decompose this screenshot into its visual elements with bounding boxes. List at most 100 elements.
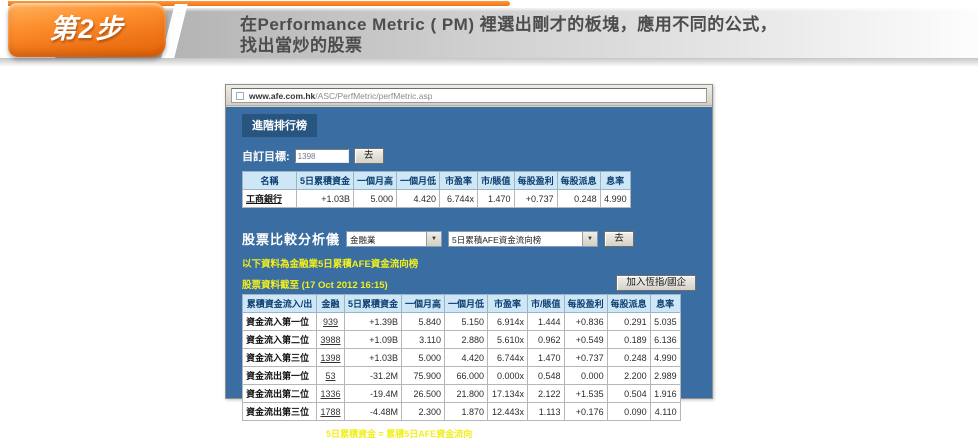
flow-rank-label: 資金流出第三位 bbox=[243, 403, 317, 421]
metric-select[interactable]: 5日累積AFE資金流向榜 ▼ bbox=[448, 231, 598, 247]
stock-code-link[interactable]: 3988 bbox=[317, 331, 345, 349]
cell-pe: 6.914x bbox=[488, 313, 528, 331]
banner-shadow bbox=[0, 58, 978, 67]
url-host: www.afe.com.hk bbox=[249, 91, 315, 101]
custom-target-row: 自訂目標: 去 bbox=[242, 148, 696, 164]
col-pb: 市/賬值 bbox=[528, 295, 565, 313]
analyzer-label: 股票比較分析儀 bbox=[242, 229, 340, 248]
metric-selected-value: 5日累積AFE資金流向榜 bbox=[449, 232, 544, 246]
col-pe: 市盈率 bbox=[440, 172, 478, 190]
table-row-outflow-3: 資金流出第三位 1788 -4.48M 2.300 1.870 12.443x … bbox=[243, 403, 681, 421]
cell-yield: 5.035 bbox=[650, 313, 680, 331]
stock-code-link[interactable]: 939 bbox=[317, 313, 345, 331]
cell-5day-fund: +1.09B bbox=[345, 331, 402, 349]
col-yield: 息率 bbox=[600, 172, 630, 190]
add-index-button[interactable]: 加入恆指/國企 bbox=[616, 275, 696, 291]
stock-name-link[interactable]: 工商銀行 bbox=[243, 190, 297, 208]
table-row-outflow-1: 資金流出第一位 53 -31.2M 75.900 66.000 0.000x 0… bbox=[243, 367, 681, 385]
cell-pb: 1.470 bbox=[528, 349, 565, 367]
col-month-high: 一個月高 bbox=[354, 172, 397, 190]
cell-month-high: 26.500 bbox=[402, 385, 445, 403]
cell-month-low: 2.880 bbox=[445, 331, 488, 349]
page-title: 進階排行榜 bbox=[242, 114, 317, 137]
col-yield: 息率 bbox=[650, 295, 680, 313]
col-5day-fund: 5日累積資金 bbox=[297, 172, 354, 190]
analyzer-row: 股票比較分析儀 金融業 ▼ 5日累積AFE資金流向榜 ▼ 去 bbox=[242, 229, 696, 248]
cell-month-low: 4.420 bbox=[445, 349, 488, 367]
cell-pb: 1.470 bbox=[478, 190, 515, 208]
address-bar[interactable]: www.afe.com.hk/ASC/PerfMetric/perfMetric… bbox=[231, 88, 707, 103]
banner-bar: 在Performance Metric ( PM) 裡選出剛才的板塊，應用不同的… bbox=[55, 8, 978, 58]
custom-target-input[interactable] bbox=[295, 149, 349, 163]
analyzer-go-button[interactable]: 去 bbox=[604, 231, 634, 247]
col-5day-fund: 5日累積資金 bbox=[345, 295, 402, 313]
stock-code-link[interactable]: 1788 bbox=[317, 403, 345, 421]
result-description: 以下資料為金融業5日累積AFE資金流向榜 bbox=[242, 256, 696, 270]
cell-month-high: 5.840 bbox=[402, 313, 445, 331]
page-icon bbox=[236, 92, 244, 100]
chevron-down-icon: ▼ bbox=[426, 232, 441, 246]
url-text: www.afe.com.hk/ASC/PerfMetric/perfMetric… bbox=[249, 91, 432, 101]
cell-pe: 0.000x bbox=[488, 367, 528, 385]
instruction-text: 在Performance Metric ( PM) 裡選出剛才的板塊，應用不同的… bbox=[240, 14, 777, 56]
stock-code-link[interactable]: 1336 bbox=[317, 385, 345, 403]
step-badge: 第2步 bbox=[8, 3, 166, 57]
cell-pe: 5.610x bbox=[488, 331, 528, 349]
cell-yield: 4.990 bbox=[600, 190, 630, 208]
cell-yield: 4.110 bbox=[650, 403, 680, 421]
flow-rank-label: 資金流入第二位 bbox=[243, 331, 317, 349]
sector-selected-value: 金融業 bbox=[347, 232, 379, 246]
stock-summary-table: 名稱 5日累積資金 一個月高 一個月低 市盈率 市/賬值 每股盈利 每股派息 息… bbox=[242, 171, 631, 208]
cell-month-low: 66.000 bbox=[445, 367, 488, 385]
cell-5day-fund: +1.03B bbox=[345, 349, 402, 367]
cell-pb: 0.548 bbox=[528, 367, 565, 385]
cell-month-low: 1.870 bbox=[445, 403, 488, 421]
cell-eps: +0.737 bbox=[514, 190, 557, 208]
cell-dps: 0.291 bbox=[607, 313, 650, 331]
cell-month-high: 3.110 bbox=[402, 331, 445, 349]
cell-pe: 17.134x bbox=[488, 385, 528, 403]
url-path: /ASC/PerfMetric/perfMetric.asp bbox=[315, 91, 432, 101]
stock-code-link[interactable]: 53 bbox=[317, 367, 345, 385]
cell-dps: 0.189 bbox=[607, 331, 650, 349]
afe-disclaimer-link[interactable]: AFE免責聲明 bbox=[242, 426, 302, 441]
cell-5day-fund: +1.39B bbox=[345, 313, 402, 331]
data-asof-row: 股票資料截至 (17 Oct 2012 16:15) 加入恆指/國企 bbox=[242, 275, 696, 291]
cell-5day-fund: -4.48M bbox=[345, 403, 402, 421]
cell-dps: 2.200 bbox=[607, 367, 650, 385]
browser-chrome: www.afe.com.hk/ASC/PerfMetric/perfMetric… bbox=[226, 85, 712, 106]
cell-pb: 0.962 bbox=[528, 331, 565, 349]
browser-window: www.afe.com.hk/ASC/PerfMetric/perfMetric… bbox=[225, 84, 713, 399]
col-eps: 每股盈利 bbox=[564, 295, 607, 313]
cell-pb: 1.113 bbox=[528, 403, 565, 421]
cell-month-high: 5.000 bbox=[354, 190, 397, 208]
sector-select[interactable]: 金融業 ▼ bbox=[346, 231, 442, 247]
cell-yield: 4.990 bbox=[650, 349, 680, 367]
cell-pb: 1.444 bbox=[528, 313, 565, 331]
cell-yield: 1.916 bbox=[650, 385, 680, 403]
col-eps: 每股盈利 bbox=[514, 172, 557, 190]
col-month-low: 一個月低 bbox=[397, 172, 440, 190]
cell-eps: +0.836 bbox=[564, 313, 607, 331]
stock-code-link[interactable]: 1398 bbox=[317, 349, 345, 367]
col-code: 金融 bbox=[317, 295, 345, 313]
col-flow-rank: 累積資金流入/出 bbox=[243, 295, 317, 313]
table-row-inflow-3: 資金流入第三位 1398 +1.03B 5.000 4.420 6.744x 1… bbox=[243, 349, 681, 367]
target-go-button[interactable]: 去 bbox=[354, 148, 384, 164]
cell-5day-fund: -31.2M bbox=[345, 367, 402, 385]
cell-pe: 12.443x bbox=[488, 403, 528, 421]
data-asof-text: 股票資料截至 (17 Oct 2012 16:15) bbox=[242, 277, 388, 291]
page-content: 進階排行榜 自訂目標: 去 名稱 5日累積資金 一個月高 一個月低 市盈率 市/… bbox=[226, 107, 712, 398]
flow-rank-label: 資金流出第二位 bbox=[243, 385, 317, 403]
col-pe: 市盈率 bbox=[488, 295, 528, 313]
cell-month-high: 2.300 bbox=[402, 403, 445, 421]
cell-month-low: 21.800 bbox=[445, 385, 488, 403]
table-row-outflow-2: 資金流出第二位 1336 -19.4M 26.500 21.800 17.134… bbox=[243, 385, 681, 403]
formula-note: 5日累積資金 = 累積5日AFE資金流向 bbox=[326, 427, 472, 440]
cell-5day-fund: +1.03B bbox=[297, 190, 354, 208]
cell-eps: +1.535 bbox=[564, 385, 607, 403]
flow-rank-label: 資金流出第一位 bbox=[243, 367, 317, 385]
flow-rank-label: 資金流入第三位 bbox=[243, 349, 317, 367]
flow-rank-label: 資金流入第一位 bbox=[243, 313, 317, 331]
cell-dps: 0.504 bbox=[607, 385, 650, 403]
